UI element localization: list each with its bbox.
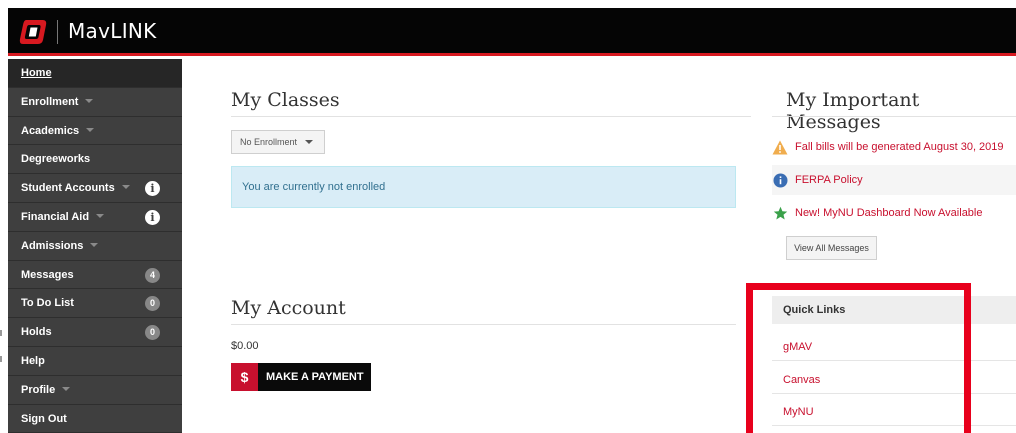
caret-down-icon [96,214,105,219]
dropdown-value: No Enrollment [240,137,298,147]
sidebar-item-admissions[interactable]: Admissions [8,231,182,261]
section-divider [231,324,736,325]
sidebar-item-label: Enrollment [21,95,79,108]
not-enrolled-alert: You are currently not enrolled [231,166,736,208]
logo-divider [57,20,58,44]
sidebar-item-student-accounts[interactable]: Student Accounts i [8,174,182,203]
quick-link-gmav[interactable]: gMAV [772,333,1016,361]
message-item-ferpa-policy[interactable]: FERPA Policy [772,170,863,190]
message-item-fall-bills[interactable]: Fall bills will be generated August 30, … [772,137,1004,157]
caret-down-icon [62,386,71,391]
university-o-logo-icon[interactable] [18,17,48,47]
caret-down-icon [90,242,99,247]
enrollment-term-dropdown[interactable]: No Enrollment [231,130,325,154]
quick-link-mynu[interactable]: MyNU [772,398,1016,426]
sidebar-item-label: Help [21,354,45,367]
important-messages-title: My Important Messages [786,89,920,133]
account-balance: $0.00 [231,340,259,352]
holds-count-badge: 0 [145,325,160,341]
my-classes-title: My Classes [231,89,340,111]
quick-link-canvas[interactable]: Canvas [772,366,1016,394]
view-all-messages-button[interactable]: View All Messages [786,236,877,260]
caret-down-icon [121,185,130,190]
sidebar-item-label: Degreeworks [21,153,91,166]
sidebar-item-label: Financial Aid [21,210,90,223]
message-text: New! MyNU Dashboard Now Available [795,207,983,219]
sidebar-item-profile[interactable]: Profile [8,375,182,405]
message-item-mynu-dashboard[interactable]: New! MyNU Dashboard Now Available [772,203,983,223]
sidebar-nav: Home Enrollment Academics Degreeworks St… [8,59,182,433]
sidebar-item-enrollment[interactable]: Enrollment [8,87,182,117]
sidebar-item-home[interactable]: Home [8,59,182,88]
sidebar-item-label: To Do List [21,297,74,310]
star-icon [772,205,788,221]
messages-count-badge: 4 [145,267,160,283]
sidebar-item-label: Admissions [21,239,84,252]
info-icon[interactable]: i [145,209,160,225]
message-text: Fall bills will be generated August 30, … [795,141,1004,153]
top-header-bar: MavLINK [8,8,1016,56]
sidebar-item-holds[interactable]: Holds 0 [8,318,182,347]
caret-down-icon [85,98,94,103]
make-payment-label: MAKE A PAYMENT [266,371,364,383]
caret-down-icon [86,127,95,132]
sidebar-item-messages[interactable]: Messages 4 [8,260,182,290]
sidebar-item-label: Profile [21,383,56,396]
edge-mark [0,330,2,336]
sidebar-item-help[interactable]: Help [8,346,182,376]
sidebar-item-label: Holds [21,326,52,339]
sidebar-item-to-do-list[interactable]: To Do List 0 [8,289,182,319]
sidebar-item-label: Academics [21,124,80,137]
sidebar-item-label: Student Accounts [21,182,115,195]
sidebar-item-degreeworks[interactable]: Degreeworks [8,145,182,175]
my-account-title: My Account [231,297,346,319]
info-icon[interactable]: i [145,181,160,197]
make-payment-button[interactable]: $ MAKE A PAYMENT [231,363,371,391]
dollar-icon: $ [231,363,258,391]
sidebar-item-sign-out[interactable]: Sign Out [8,404,182,433]
section-divider [231,116,751,117]
message-text: FERPA Policy [795,174,863,186]
sidebar-item-label: Messages [21,268,74,281]
quick-links-header: Quick Links [772,296,1016,324]
info-circle-icon [772,172,788,188]
warning-triangle-icon [772,139,788,155]
edge-mark [0,356,2,362]
todo-count-badge: 0 [145,296,160,312]
sidebar-item-label: Sign Out [21,412,67,425]
section-divider [772,116,1016,117]
caret-down-icon [305,139,314,144]
sidebar-item-academics[interactable]: Academics [8,116,182,146]
app-title: MavLINK [68,19,157,43]
sidebar-item-label: Home [21,67,52,79]
sidebar-item-financial-aid[interactable]: Financial Aid i [8,202,182,232]
